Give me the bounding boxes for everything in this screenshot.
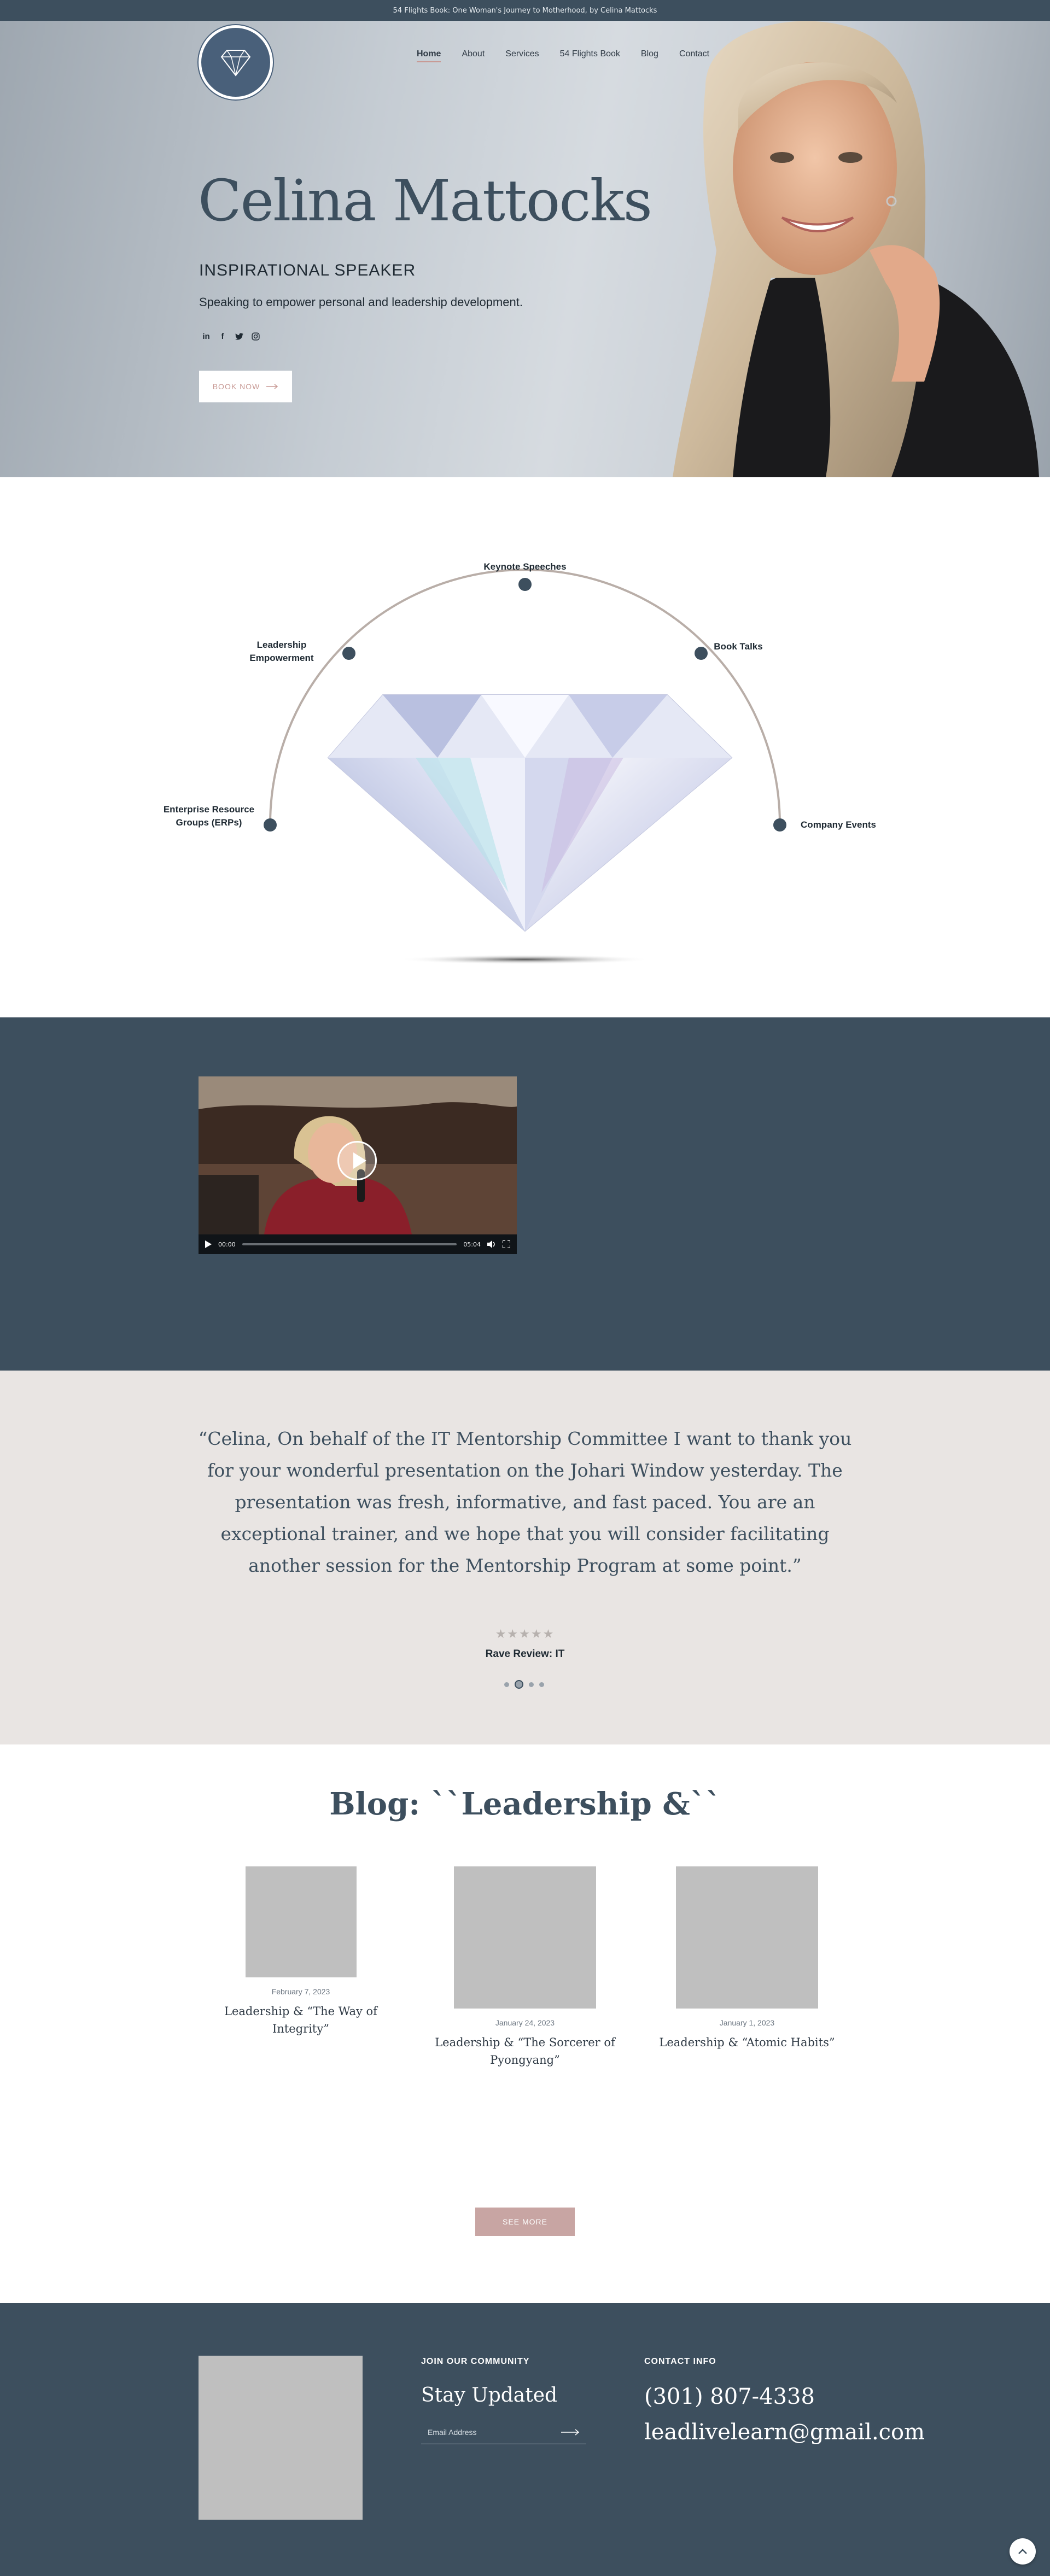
carousel-dots (504, 1680, 544, 1689)
announcement-bar[interactable]: 54 Flights Book: One Woman's Journey to … (0, 0, 1050, 21)
main-nav: Home About Services 54 Flights Book Blog… (417, 49, 730, 62)
video-controls: 00:00 05:04 (199, 1234, 517, 1254)
play-overlay-button[interactable] (337, 1141, 377, 1180)
services-diagram (264, 569, 786, 964)
blog-post-thumbnail[interactable] (676, 1866, 818, 2009)
chevron-up-icon (1018, 2549, 1027, 2554)
carousel-dot[interactable] (529, 1682, 534, 1687)
blog-post-date: January 1, 2023 (719, 2018, 775, 2027)
services-section: Keynote Speeches Leadership Empowerment … (0, 477, 1050, 1017)
service-erg: Enterprise Resource Groups (ERPs) (163, 804, 255, 828)
nav-contact[interactable]: Contact (679, 49, 709, 62)
social-links: in f (201, 331, 260, 341)
blog-section: Blog: ``Leadership &`` February 7, 2023 … (0, 1744, 1050, 2303)
submit-arrow-icon[interactable] (561, 2428, 580, 2436)
service-book-talks: Book Talks (714, 641, 763, 652)
hero-tagline: Speaking to empower personal and leaders… (199, 295, 523, 309)
blog-post-date: January 24, 2023 (495, 2018, 555, 2027)
contact-email[interactable]: leadlivelearn@gmail.com (644, 2420, 925, 2445)
email-placeholder: Email Address (428, 2427, 477, 2437)
service-leadership-empowerment: Leadership Empowerment (249, 640, 314, 663)
community-heading: JOIN OUR COMMUNITY (421, 2357, 530, 2366)
twitter-icon[interactable] (234, 331, 244, 341)
rating-stars: ★★★★★ (495, 1627, 555, 1641)
node-erg (264, 818, 277, 832)
nav-about[interactable]: About (462, 49, 485, 62)
hero-title: Celina Mattocks (198, 167, 652, 234)
service-keynote-speeches: Keynote Speeches (483, 561, 567, 572)
video-player[interactable]: 00:00 05:04 (199, 1076, 517, 1254)
blog-post-card[interactable]: February 7, 2023 Leadership & “The Way o… (219, 1866, 383, 2038)
carousel-dot[interactable] (504, 1682, 509, 1687)
service-company-events: Company Events (801, 819, 876, 830)
testimonial-quote: “Celina, On behalf of the IT Mentorship … (198, 1428, 852, 1576)
play-icon (353, 1152, 366, 1169)
hero-portrait (673, 21, 1039, 477)
diamond-shadow (399, 955, 651, 964)
fullscreen-icon[interactable] (503, 1240, 510, 1248)
nav-54-flights-book[interactable]: 54 Flights Book (560, 49, 620, 62)
book-now-label: BOOK NOW (212, 382, 260, 391)
testimonial-section: “Celina, On behalf of the IT Mentorship … (0, 1371, 1050, 1744)
node-keynote (518, 578, 532, 591)
linkedin-icon[interactable]: in (201, 331, 211, 341)
video-progress-bar[interactable] (242, 1243, 457, 1245)
node-leadership (342, 647, 355, 660)
carousel-dot-active[interactable] (515, 1680, 523, 1689)
video-section: 00:00 05:04 (0, 1017, 1050, 1371)
see-more-button[interactable]: SEE MORE (475, 2208, 575, 2236)
stay-updated-heading: Stay Updated (421, 2384, 558, 2407)
video-current-time: 00:00 (218, 1240, 236, 1248)
hero-section: Home About Services 54 Flights Book Blog… (0, 21, 1050, 477)
nav-services[interactable]: Services (505, 49, 539, 62)
contact-phone[interactable]: (301) 807-4338 (644, 2384, 815, 2409)
blog-post-title[interactable]: Leadership & “The Way of Integrity” (219, 2003, 383, 2038)
blog-post-title[interactable]: Leadership & “The Sorcerer of Pyongyang” (432, 2034, 618, 2069)
node-company-events (773, 818, 786, 832)
play-icon[interactable] (205, 1240, 212, 1248)
blog-title: Blog: ``Leadership &`` (329, 1786, 721, 1822)
footer: JOIN OUR COMMUNITY Stay Updated Email Ad… (0, 2303, 1050, 2576)
contact-heading: CONTACT INFO (644, 2357, 716, 2366)
nav-home[interactable]: Home (417, 49, 441, 62)
hero-subtitle: INSPIRATIONAL SPEAKER (199, 261, 416, 279)
volume-icon[interactable] (487, 1240, 496, 1248)
reviewer-name: Rave Review: IT (485, 1648, 565, 1660)
site-logo[interactable] (199, 25, 273, 99)
blog-post-date: February 7, 2023 (271, 1987, 330, 1996)
blog-post-thumbnail[interactable] (454, 1866, 596, 2009)
diamond-logo-icon (220, 50, 251, 77)
blog-post-card[interactable]: January 24, 2023 Leadership & “The Sorce… (432, 1866, 618, 2069)
announcement-text[interactable]: 54 Flights Book: One Woman's Journey to … (393, 7, 657, 15)
instagram-icon[interactable] (250, 331, 260, 341)
blog-post-title[interactable]: Leadership & “Atomic Habits” (654, 2034, 840, 2051)
carousel-dot[interactable] (539, 1682, 544, 1687)
footer-image (199, 2356, 363, 2520)
arrow-right-icon (266, 384, 278, 389)
nav-blog[interactable]: Blog (641, 49, 658, 62)
scroll-to-top-button[interactable] (1010, 2538, 1036, 2565)
blog-post-thumbnail[interactable] (245, 1866, 357, 1977)
blog-post-card[interactable]: January 1, 2023 Leadership & “Atomic Hab… (654, 1866, 840, 2051)
video-duration: 05:04 (463, 1240, 481, 1248)
email-field[interactable]: Email Address (421, 2420, 586, 2444)
facebook-icon[interactable]: f (218, 331, 228, 341)
diamond-graphic (327, 694, 733, 932)
book-now-button[interactable]: BOOK NOW (199, 371, 292, 402)
